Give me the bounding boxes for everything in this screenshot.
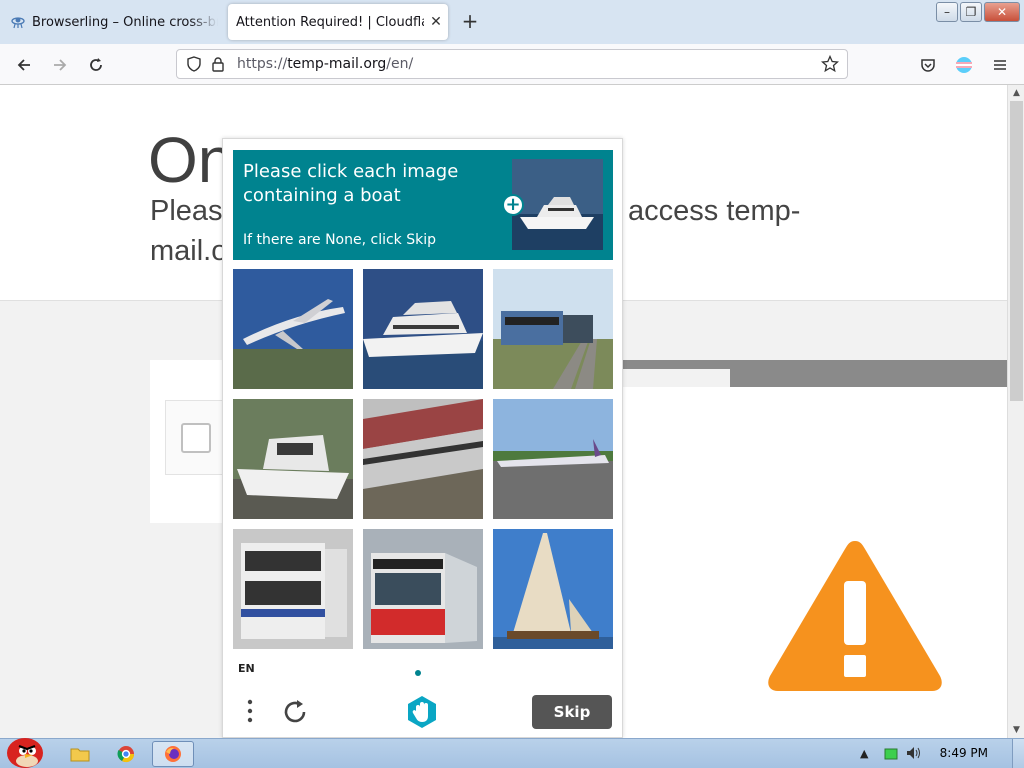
taskbar-explorer[interactable] <box>64 741 96 767</box>
battery-icon[interactable] <box>884 748 898 763</box>
tab-title: Attention Required! | Cloudflare <box>236 14 424 30</box>
tab-title: Browserling – Online cross-browser testi… <box>32 14 218 30</box>
forward-button[interactable] <box>47 52 73 78</box>
scrollbar-thumb[interactable] <box>1010 101 1023 401</box>
page-subtitle-end: access temp- <box>628 195 801 227</box>
close-tab-icon[interactable]: ✕ <box>424 14 448 30</box>
shield-icon[interactable] <box>183 53 205 75</box>
page-scrollbar[interactable]: ▲ ▼ <box>1007 85 1024 738</box>
captcha-image-train[interactable] <box>493 269 613 389</box>
reload-button[interactable] <box>83 52 109 78</box>
tab-browserling[interactable]: Browserling – Online cross-browser testi… <box>6 4 218 40</box>
back-arrow-icon <box>17 59 30 71</box>
account-avatar[interactable] <box>951 52 977 78</box>
folder-icon <box>70 748 90 762</box>
avatar-icon <box>956 57 972 73</box>
url-text: https://temp-mail.org/en/ <box>237 56 414 72</box>
expand-example-icon[interactable]: + <box>502 194 524 216</box>
cloudflare-bar-notch <box>620 369 730 387</box>
captcha-image-yacht[interactable] <box>363 269 483 389</box>
lock-icon[interactable] <box>207 53 229 75</box>
captcha-image-train[interactable] <box>363 399 483 519</box>
scroll-down-icon[interactable]: ▼ <box>1008 722 1024 738</box>
image-grid <box>233 269 613 649</box>
prompt-title: Please click each image containing a boa… <box>243 161 459 206</box>
skip-button[interactable]: Skip <box>532 695 612 729</box>
hcaptcha-challenge: Please click each image containing a boa… <box>222 138 623 738</box>
tab-strip: Browserling – Online cross-browser testi… <box>0 0 1024 44</box>
scroll-up-icon[interactable]: ▲ <box>1008 85 1024 101</box>
captcha-image-boat[interactable] <box>233 399 353 519</box>
pocket-button[interactable] <box>915 52 941 78</box>
taskbar-firefox[interactable] <box>152 741 194 767</box>
angry-bird-icon <box>7 738 43 768</box>
minimize-button[interactable]: – <box>936 2 958 22</box>
taskbar-clock[interactable]: 8:49 PM <box>940 746 988 760</box>
example-image <box>512 159 603 250</box>
back-button[interactable] <box>11 52 37 78</box>
language-selector[interactable]: EN <box>238 662 255 675</box>
pocket-icon <box>921 59 935 72</box>
start-button[interactable] <box>2 731 50 768</box>
firefox-icon <box>165 746 181 762</box>
chrome-icon <box>117 746 135 763</box>
prompt-hint: If there are None, click Skip <box>243 232 437 248</box>
page-subtitle-line2: mail.o <box>150 235 228 267</box>
challenge-prompt: Please click each image containing a boa… <box>233 150 613 260</box>
more-options-icon[interactable] <box>238 695 262 727</box>
reload-icon <box>90 58 102 71</box>
page-heading: On <box>148 124 234 196</box>
taskbar-chrome[interactable] <box>110 741 142 767</box>
human-verification-checkbox[interactable] <box>181 423 211 453</box>
windows-taskbar: ▲ 8:49 PM <box>0 738 1024 768</box>
window-controls: – ❐ ✕ <box>934 2 1020 22</box>
close-window-button[interactable]: ✕ <box>984 2 1020 22</box>
new-tab-button[interactable]: + <box>458 10 482 34</box>
show-desktop-button[interactable] <box>1012 739 1024 768</box>
captcha-image-airplane[interactable] <box>493 399 613 519</box>
page-indicator-dot <box>415 670 421 676</box>
captcha-image-sailboat[interactable] <box>493 529 613 649</box>
navigation-toolbar: https://temp-mail.org/en/ <box>0 44 1024 85</box>
forward-arrow-icon <box>54 59 67 71</box>
warning-icon <box>764 535 946 699</box>
captcha-image-bus[interactable] <box>363 529 483 649</box>
menu-button[interactable] <box>987 52 1013 78</box>
address-bar[interactable]: https://temp-mail.org/en/ <box>176 49 848 79</box>
volume-icon[interactable] <box>906 746 922 763</box>
restore-button[interactable]: ❐ <box>960 2 982 22</box>
hamburger-menu-icon <box>994 60 1006 70</box>
bookmark-star-icon[interactable] <box>817 51 843 77</box>
tray-expand-icon[interactable]: ▲ <box>860 747 868 760</box>
captcha-image-airplane[interactable] <box>233 269 353 389</box>
captcha-image-bus[interactable] <box>233 529 353 649</box>
tab-cloudflare[interactable]: Attention Required! | Cloudflare ✕ <box>228 4 448 40</box>
browserling-favicon-icon <box>10 14 26 30</box>
hcaptcha-logo-icon <box>405 695 439 729</box>
refresh-challenge-icon[interactable] <box>280 697 310 727</box>
